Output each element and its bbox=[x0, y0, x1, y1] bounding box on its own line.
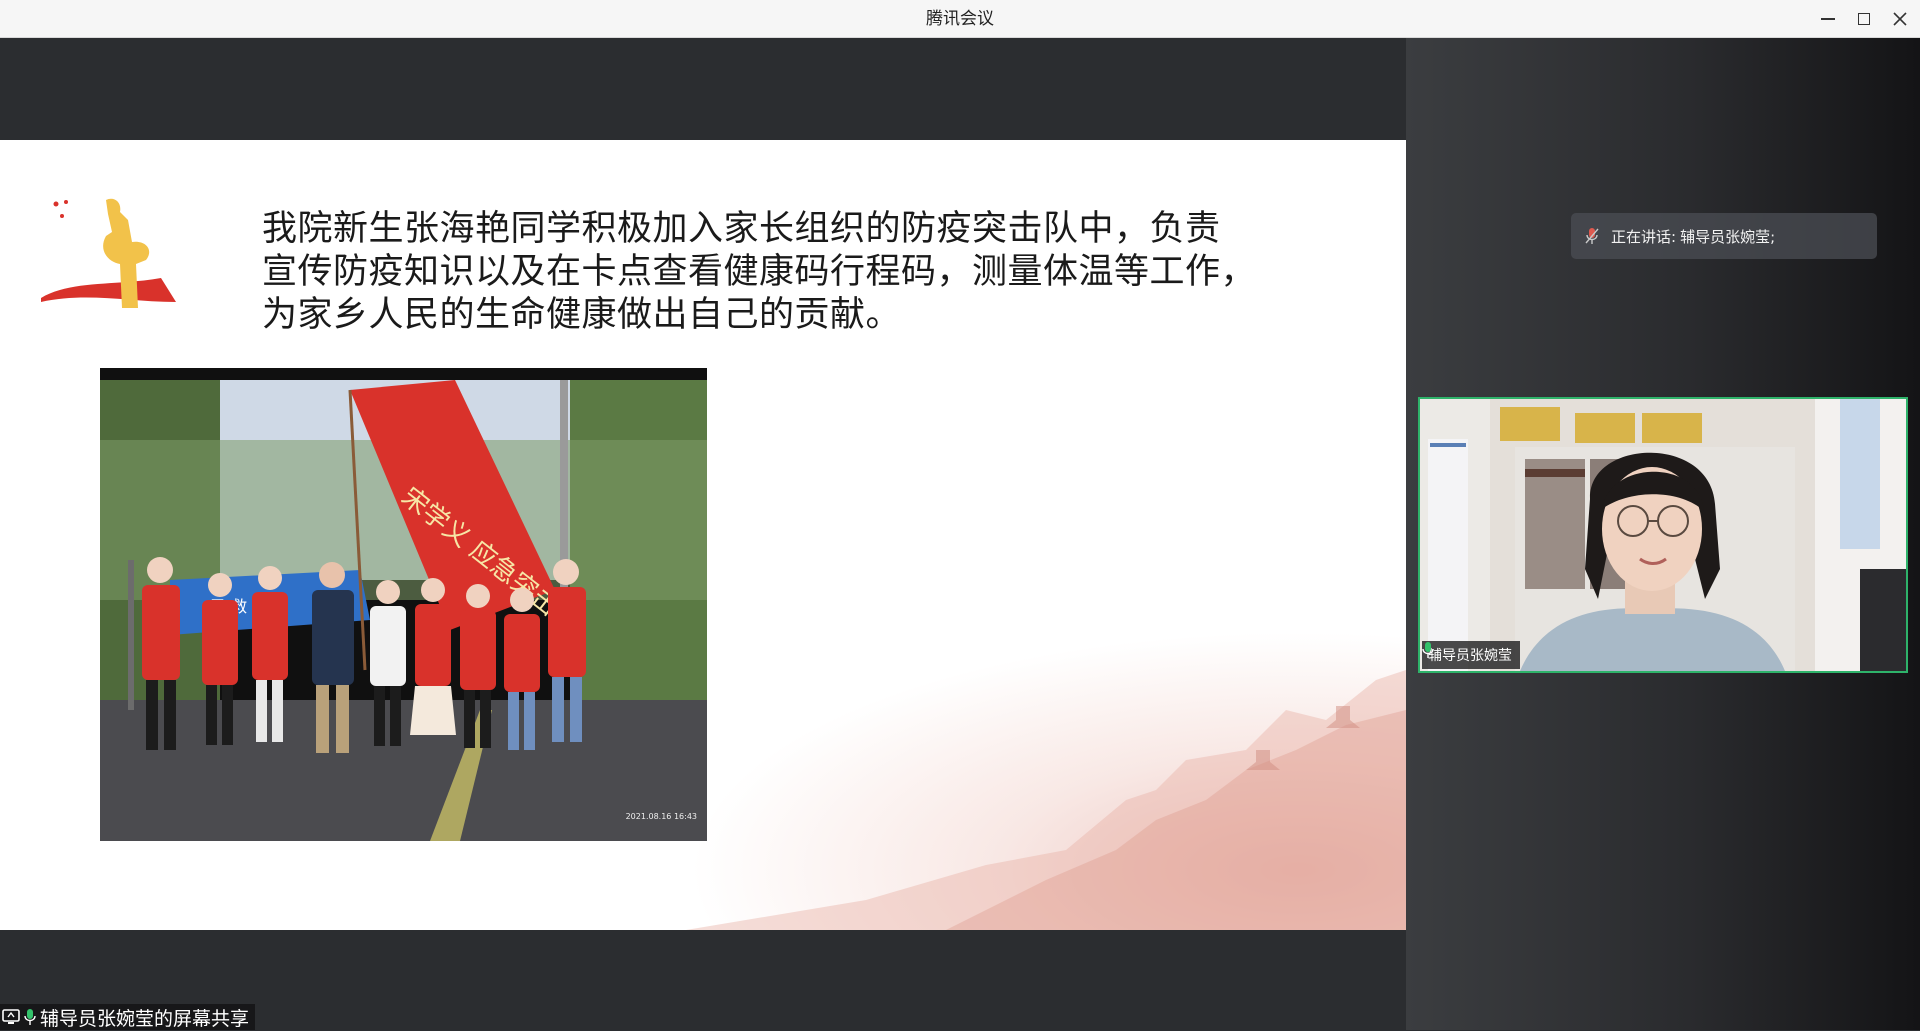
now-speaking-prefix: 正在讲话: bbox=[1611, 227, 1677, 246]
shared-screen-area[interactable]: 我院新生张海艳同学积极加入家长组织的防疫突击队中，负责 宣传防疫知识以及在卡点查… bbox=[0, 38, 1406, 1030]
window-titlebar: 腾讯会议 bbox=[0, 0, 1920, 38]
mic-icon bbox=[1422, 642, 1434, 658]
torch-emblem-icon bbox=[41, 198, 176, 308]
maximize-button[interactable] bbox=[1850, 6, 1878, 32]
mic-muted-icon bbox=[1585, 228, 1599, 244]
slide-paragraph-line: 为家乡人民的生命健康做出自己的贡献。 bbox=[262, 295, 902, 335]
photo-timestamp: 2021.08.16 16:43 bbox=[625, 812, 697, 821]
slide-paragraph-line: 宣传防疫知识以及在卡点查看健康码行程码，测量体温等工作， bbox=[262, 252, 1257, 292]
maximize-icon bbox=[1858, 13, 1870, 25]
participant-name-tag: 辅导员张婉莹 bbox=[1422, 641, 1520, 669]
participant-video-tile[interactable]: 辅导员张婉莹 bbox=[1418, 397, 1908, 673]
volunteer-group-photo: 民 救 灾 宋学义 应急突击队 bbox=[100, 380, 707, 841]
close-button[interactable] bbox=[1886, 6, 1914, 32]
mic-icon bbox=[24, 1009, 36, 1025]
great-wall-illustration bbox=[686, 670, 1406, 930]
participant-name: 辅导员张婉莹 bbox=[1428, 648, 1512, 664]
screen-share-icon bbox=[2, 1009, 20, 1024]
minimize-icon bbox=[1821, 18, 1835, 20]
now-speaking-indicator: 正在讲话: 辅导员张婉莹; bbox=[1571, 213, 1877, 259]
slide-paragraph-line: 我院新生张海艳同学积极加入家长组织的防疫突击队中，负责 bbox=[262, 209, 1221, 249]
participant-sidebar: 正在讲话: 辅导员张婉莹; 辅导员张婉莹 bbox=[1406, 38, 1920, 1030]
slide-paragraph: 我院新生张海艳同学积极加入家长组织的防疫突击队中，负责 宣传防疫知识以及在卡点查… bbox=[262, 208, 1272, 337]
screen-share-label: 辅导员张婉莹的屏幕共享 bbox=[40, 1007, 250, 1030]
presentation-slide: 我院新生张海艳同学积极加入家长组织的防疫突击队中，负责 宣传防疫知识以及在卡点查… bbox=[0, 140, 1406, 930]
slide-photo: 民 救 灾 宋学义 应急突击队 2021.08.16 16:43 bbox=[100, 368, 707, 841]
screen-share-badge: 辅导员张婉莹的屏幕共享 bbox=[0, 1004, 256, 1030]
close-icon bbox=[1893, 12, 1907, 26]
now-speaking-name: 辅导员张婉莹; bbox=[1680, 227, 1776, 246]
participant-video-feed bbox=[1420, 399, 1906, 671]
window-title: 腾讯会议 bbox=[926, 9, 994, 29]
minimize-button[interactable] bbox=[1814, 6, 1842, 32]
